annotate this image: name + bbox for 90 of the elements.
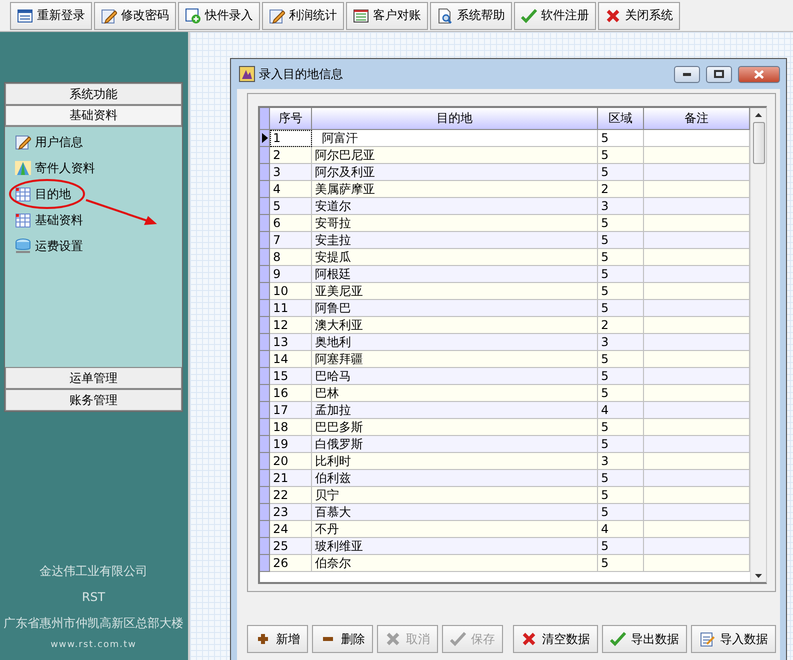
table-row[interactable]: 8 安提瓜 5 — [260, 249, 750, 266]
close-button[interactable] — [738, 66, 780, 82]
maximize-icon — [714, 70, 724, 78]
nav-group-header[interactable]: 系统功能 — [5, 83, 182, 105]
table-row[interactable]: 2 阿尔巴尼亚 5 — [260, 147, 750, 164]
app-icon — [239, 66, 255, 82]
check-icon — [450, 631, 466, 647]
nav-item[interactable]: 目的地 — [15, 183, 71, 205]
footer-text: 广东省惠州市仲凯高新区总部大楼 — [4, 615, 184, 632]
table-row[interactable]: 9 阿根廷 5 — [260, 266, 750, 283]
toolbar-button[interactable]: 系统帮助 — [430, 2, 512, 30]
nav-item[interactable]: 基础资料 — [15, 209, 83, 231]
tent-icon — [15, 160, 31, 176]
action-button[interactable]: 删除 — [312, 625, 373, 653]
table-row[interactable]: 13 奥地利 3 — [260, 334, 750, 351]
close-icon — [605, 8, 621, 24]
plus-icon — [255, 631, 271, 647]
pencil-icon — [101, 8, 117, 24]
action-button[interactable]: 导入数据 — [691, 625, 776, 653]
action-button[interactable]: 清空数据 — [513, 625, 598, 653]
table-row[interactable]: 1 阿富汗 5 — [260, 130, 750, 147]
column-header[interactable]: 区域 — [598, 108, 644, 130]
toolbar-button[interactable]: 重新登录 — [10, 2, 92, 30]
close-icon — [385, 631, 401, 647]
table-row[interactable]: 14 阿塞拜疆 5 — [260, 351, 750, 368]
pencil-icon — [269, 8, 285, 24]
nav-item[interactable]: 寄件人资料 — [15, 157, 95, 179]
table-row[interactable]: 21 伯利兹 5 — [260, 470, 750, 487]
action-button[interactable]: 导出数据 — [602, 625, 687, 653]
maximize-button[interactable] — [706, 66, 732, 82]
table-row[interactable]: 4 美属萨摩亚 2 — [260, 181, 750, 198]
pencil-icon — [15, 134, 31, 150]
table-row[interactable]: 16 巴林 5 — [260, 385, 750, 402]
scroll-thumb[interactable] — [752, 122, 764, 164]
row-pointer-icon — [262, 133, 268, 143]
table-cell: 5 — [598, 555, 644, 572]
table-row[interactable]: 3 阿尔及利亚 5 — [260, 164, 750, 181]
table-row[interactable]: 5 安道尔 3 — [260, 198, 750, 215]
add-icon — [185, 8, 201, 24]
toolbar-button[interactable]: 软件注册 — [514, 2, 596, 30]
table-row[interactable]: 26 伯奈尔 5 — [260, 555, 750, 572]
toolbar-button[interactable]: 修改密码 — [94, 2, 176, 30]
table-row[interactable]: 12 澳大利亚 2 — [260, 317, 750, 334]
window-icon — [17, 8, 33, 24]
list-icon — [353, 8, 369, 24]
table-row[interactable]: 15 巴哈马 5 — [260, 368, 750, 385]
nav-item[interactable]: 运费设置 — [15, 235, 83, 257]
table-row[interactable]: 25 玻利维亚 5 — [260, 538, 750, 555]
scrollbar[interactable] — [750, 108, 766, 582]
table-icon — [15, 212, 31, 228]
window-title: 录入目的地信息 — [259, 66, 344, 82]
table-row[interactable]: 22 贝宁 5 — [260, 487, 750, 504]
table-row[interactable]: 23 百慕大 5 — [260, 504, 750, 521]
search-icon — [437, 8, 453, 24]
column-header[interactable]: 备注 — [644, 108, 750, 130]
notepad-icon — [699, 631, 715, 647]
annotation-arrow — [86, 199, 157, 225]
nav-group-header[interactable]: 基础资料 — [5, 105, 182, 127]
minimize-icon — [683, 72, 691, 76]
nav-group-header[interactable]: 运单管理 — [5, 367, 182, 389]
table-row[interactable]: 6 安哥拉 5 — [260, 215, 750, 232]
table-icon — [15, 186, 31, 202]
bowl-icon — [15, 238, 31, 254]
check-icon — [521, 8, 537, 24]
table-row[interactable]: 19 白俄罗斯 5 — [260, 436, 750, 453]
nav-group-header[interactable]: 账务管理 — [5, 389, 182, 411]
table-row[interactable]: 18 巴巴多斯 5 — [260, 419, 750, 436]
minimize-button[interactable] — [674, 66, 700, 82]
toolbar-button[interactable]: 利润统计 — [262, 2, 344, 30]
toolbar-button[interactable]: 关闭系统 — [598, 2, 680, 30]
toolbar-button[interactable]: 客户对账 — [346, 2, 428, 30]
column-header[interactable]: 目的地 — [312, 108, 598, 130]
table-row[interactable]: 11 阿鲁巴 5 — [260, 300, 750, 317]
table-row[interactable]: 20 比利时 3 — [260, 453, 750, 470]
close-icon — [754, 70, 764, 78]
nav-item[interactable]: 用户信息 — [15, 131, 83, 153]
table-cell: 26 — [270, 555, 312, 572]
table-cell: 伯奈尔 — [312, 555, 598, 572]
table-row[interactable]: 24 不丹 4 — [260, 521, 750, 538]
table-row[interactable]: 7 安圭拉 5 — [260, 232, 750, 249]
footer-text: 金达伟工业有限公司 — [40, 563, 148, 580]
action-button[interactable]: 新增 — [247, 625, 308, 653]
table-row[interactable]: 10 亚美尼亚 5 — [260, 283, 750, 300]
column-header[interactable]: 序号 — [270, 108, 312, 130]
table-row[interactable]: 17 孟加拉 4 — [260, 402, 750, 419]
close-icon — [521, 631, 537, 647]
footer-text: RST — [82, 589, 106, 606]
toolbar-button[interactable]: 快件录入 — [178, 2, 260, 30]
footer-text: www.rst.com.tw — [50, 639, 136, 652]
check-icon — [610, 631, 626, 647]
